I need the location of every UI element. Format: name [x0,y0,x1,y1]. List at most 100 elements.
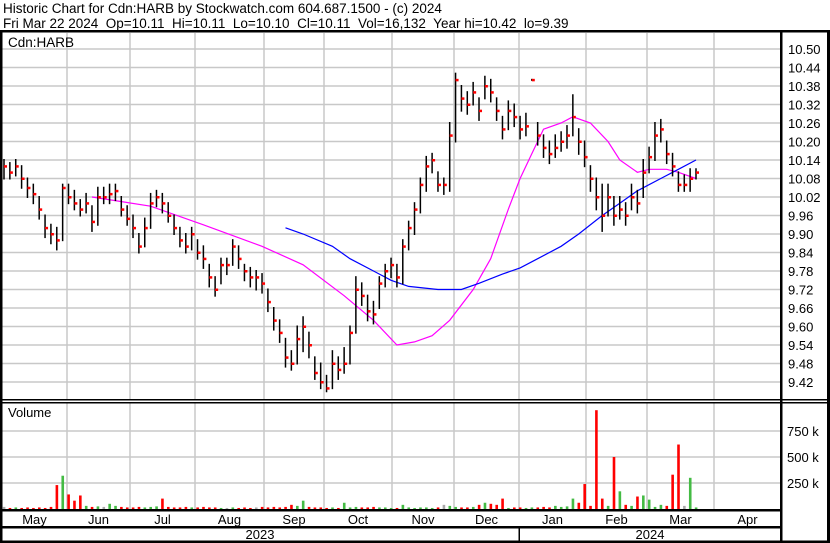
close-tick [355,288,359,291]
close-tick [443,183,447,187]
close-tick [666,152,670,156]
close-tick [179,239,183,242]
close-tick [127,217,131,221]
close-tick [109,192,113,196]
close-tick [33,192,37,196]
volume-bar [307,506,311,509]
close-tick [578,140,582,143]
volume-bar [624,504,628,509]
close-tick [361,294,365,298]
close-tick [80,208,84,211]
close-tick [514,115,518,119]
close-tick [584,155,588,159]
volume-bar [536,507,540,509]
close-tick [168,214,172,217]
panel-divider-top [0,399,830,401]
close-tick [590,177,594,180]
close-tick [150,202,154,205]
close-tick [256,276,260,279]
price-tick-label: 9.90 [788,227,813,242]
volume-bar [483,502,487,509]
close-tick [9,171,13,174]
stock-chart: 10.50 10.44 10.38 10.32 10.26 10.20 10.14 10.08… [0,30,830,543]
close-tick [367,310,371,313]
volume-bar [43,507,47,509]
volume-bar [430,507,434,509]
month-label: Feb [605,512,627,527]
volume-bar [290,504,293,509]
volume-bar [260,506,264,509]
close-tick [203,257,207,261]
month-label: Jul [154,512,171,527]
close-tick [654,134,658,137]
price-tick-label: 9.66 [788,301,813,316]
close-tick [678,183,682,187]
close-tick [391,263,395,267]
volume-bar [213,507,217,509]
volume-bar [225,507,229,509]
price-tick-label: 9.42 [788,375,813,390]
close-tick [50,233,54,236]
close-tick [21,177,25,180]
close-tick [232,245,236,248]
close-tick [197,251,201,254]
volume-bar [407,507,411,509]
volume-bar [466,507,469,509]
month-label: May [22,512,47,527]
long-moving-average-line [285,159,697,291]
price-tick-label: 10.44 [788,61,821,76]
close-tick [414,208,418,211]
month-label: Jan [542,512,563,527]
volume-bar [32,507,35,509]
volume-bar [683,505,686,509]
close-tick [484,85,488,88]
close-tick [625,214,629,217]
close-tick [549,152,553,156]
volume-bar [172,507,176,509]
volume-bar [647,499,651,509]
close-tick [91,220,95,224]
volume-tick-label: 500 k [787,450,819,465]
month-label: Jun [88,512,109,527]
close-tick [291,362,295,365]
close-tick [643,171,647,174]
volume-bar [55,485,59,509]
volume-bar [401,504,405,509]
close-tick [543,146,547,150]
volume-bar [548,507,551,509]
close-tick [531,78,535,82]
close-tick [191,233,195,236]
volume-bar [190,507,194,509]
volume-bar [266,507,270,509]
volume-bar [120,506,123,509]
volume-bar [360,507,364,509]
volume-bar [460,507,463,509]
close-tick [566,134,570,137]
close-tick [455,78,459,82]
close-tick [502,128,506,131]
volume-bar [636,496,639,509]
close-tick [437,183,441,187]
close-tick [297,337,301,341]
close-tick [209,276,213,279]
close-tick [608,196,612,199]
close-tick [115,189,119,193]
close-tick [174,226,178,230]
close-tick [162,202,166,205]
volume-bar [454,506,457,509]
close-tick [303,325,307,328]
volume-bar [337,507,340,509]
volume-bar [96,506,100,509]
volume-bar [542,506,545,509]
volume-bar [618,491,622,509]
volume-bar [659,504,663,509]
close-tick [379,282,383,285]
year-label: 2024 [636,527,665,542]
volume-bar [518,507,522,509]
volume-bar [249,507,252,509]
close-tick [537,134,541,137]
close-tick [185,245,189,248]
volume-bar [354,506,358,509]
volume-bar [143,507,147,509]
volume-bar [202,506,205,509]
